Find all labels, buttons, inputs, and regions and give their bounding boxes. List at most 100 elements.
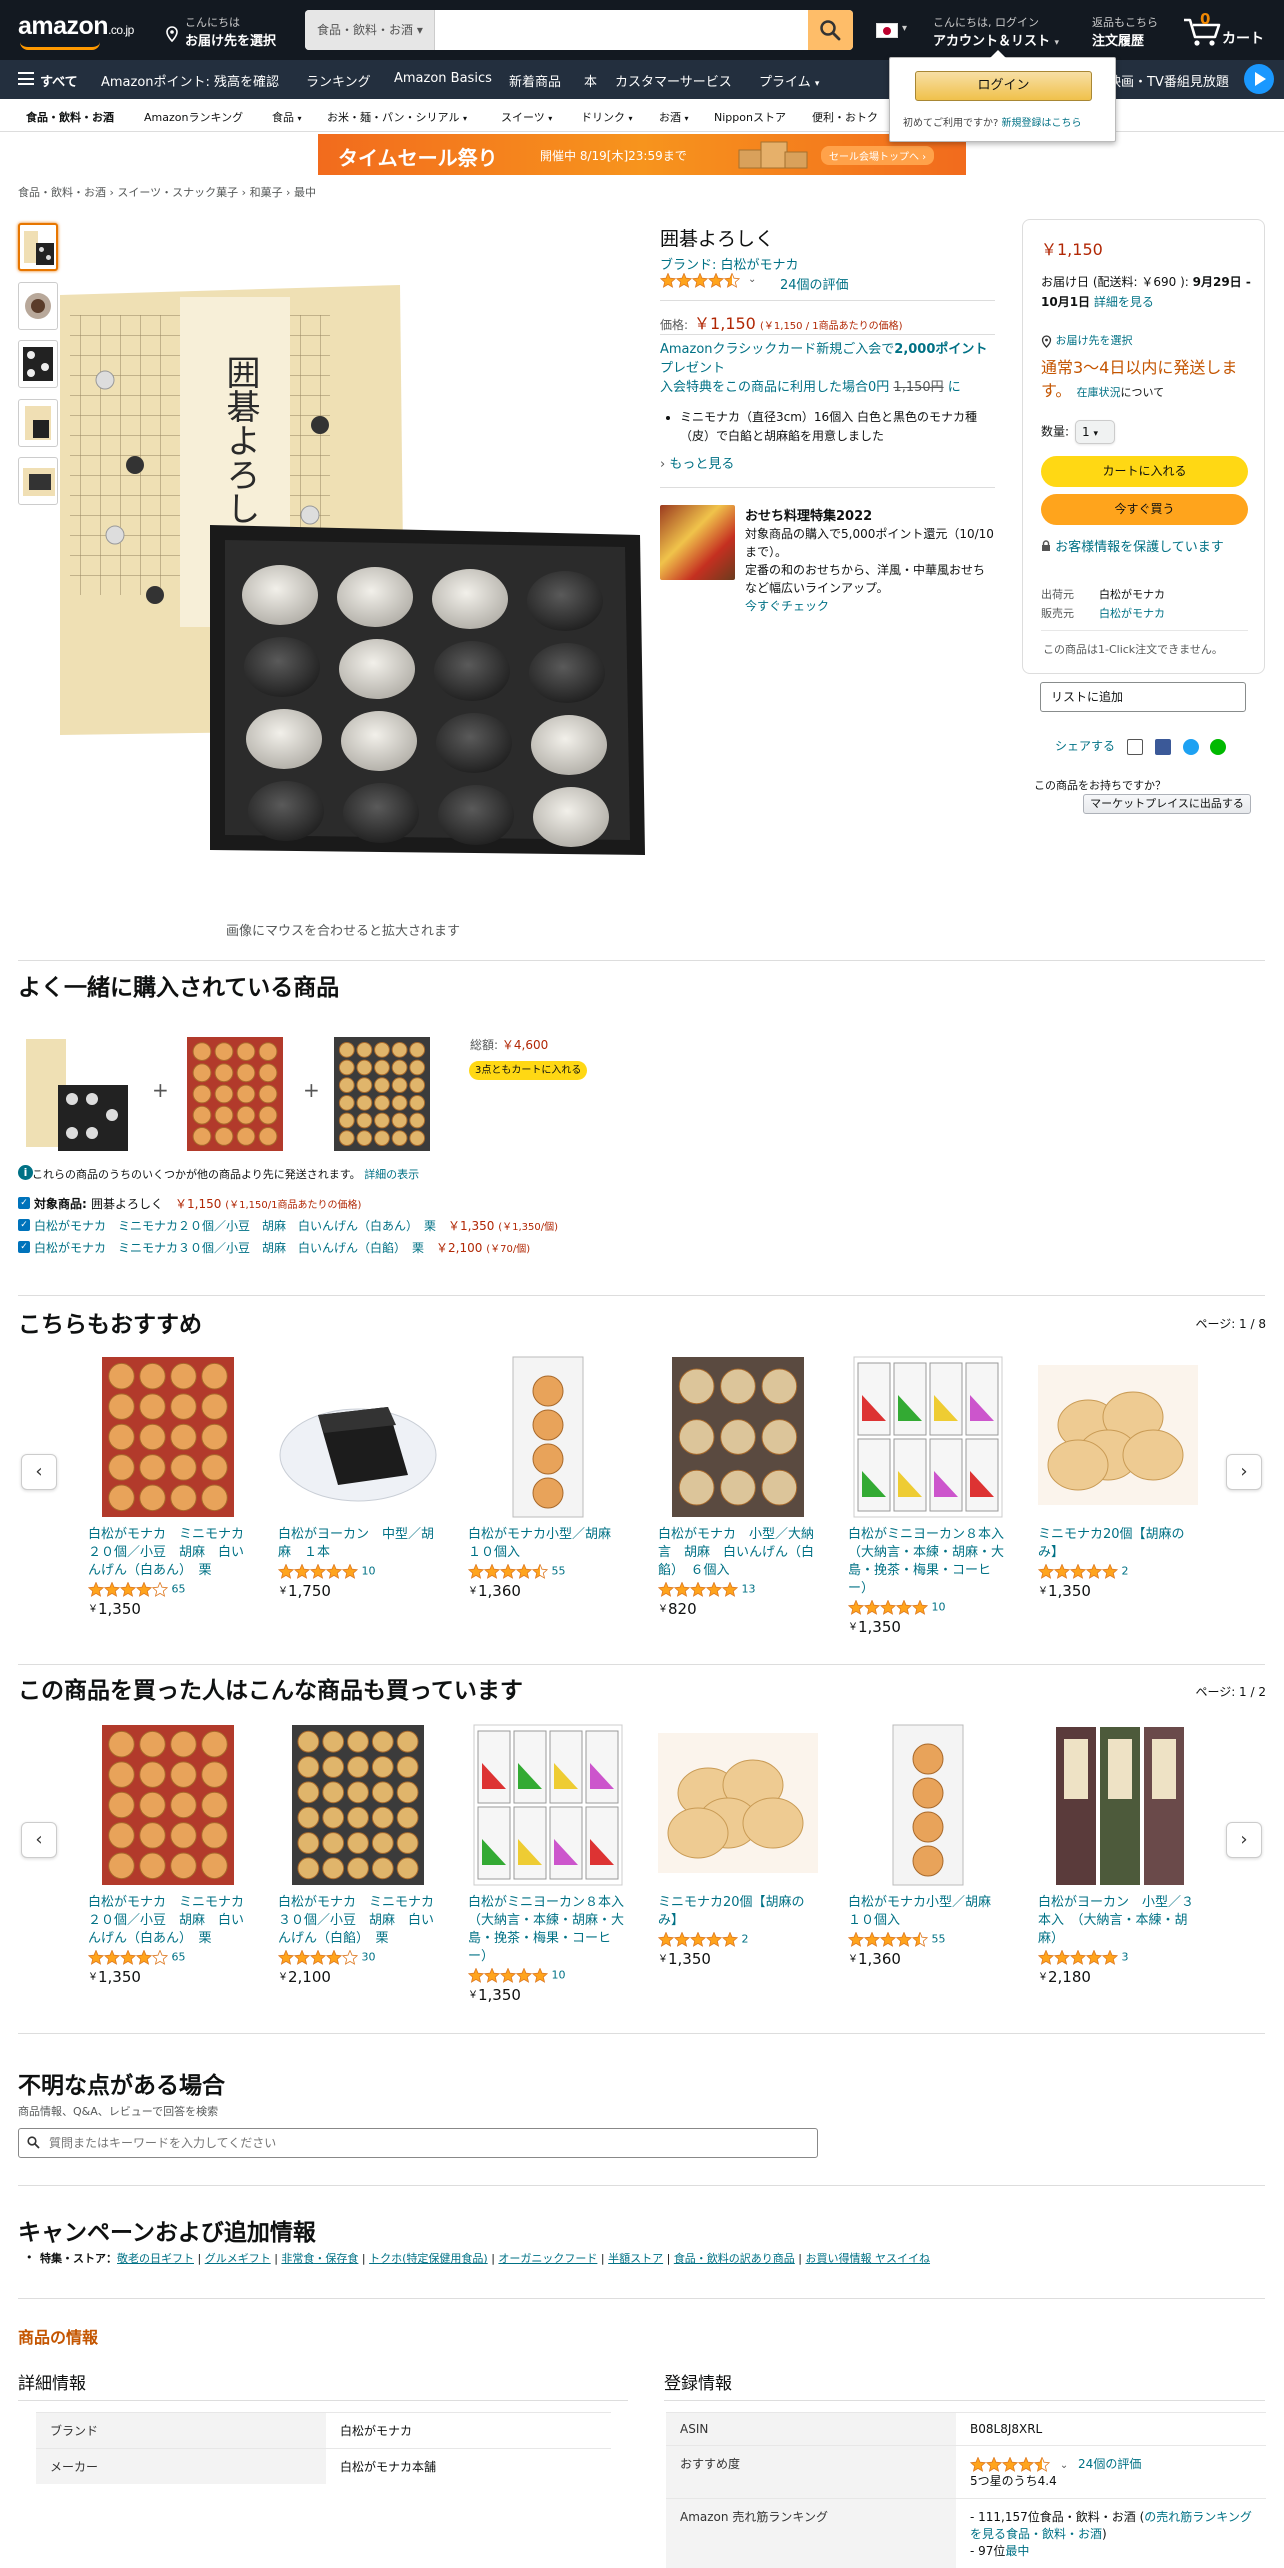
- subnav-ranking[interactable]: Amazonランキング: [144, 109, 243, 125]
- nav-prime[interactable]: プライム ▾: [759, 71, 819, 90]
- carousel-card[interactable]: 白松がヨーカン 小型／３本入 （大納言・本練・胡麻） 3 ￥2,180: [1038, 1723, 1198, 1986]
- product-name-link[interactable]: ミニモナカ20個【胡麻のみ】: [1038, 1526, 1198, 1562]
- rating-row[interactable]: ⌄ 24個の評価: [660, 273, 849, 293]
- carousel-next-button[interactable]: ›: [1226, 1454, 1262, 1490]
- share-link[interactable]: シェアする: [1055, 739, 1115, 753]
- fbt-product-image[interactable]: [24, 1035, 132, 1153]
- carousel-card[interactable]: 白松がモナカ ミニモナカ３０個／小豆 胡麻 白いんげん（白餡） 栗 30 ￥2,1…: [278, 1723, 438, 1986]
- product-image[interactable]: [278, 1355, 438, 1520]
- product-image[interactable]: [848, 1723, 1008, 1888]
- fbt-checkbox[interactable]: ✓: [18, 1241, 30, 1253]
- carousel-card[interactable]: 白松がモナカ小型／胡麻 １０個入 55 ￥1,360: [468, 1355, 628, 1600]
- product-rating[interactable]: 10: [848, 1600, 1008, 1616]
- fbt-checkbox[interactable]: ✓: [18, 1197, 30, 1209]
- fbt-product-image[interactable]: [185, 1035, 285, 1153]
- product-name-link[interactable]: 白松がヨーカン 中型／胡麻 １本: [278, 1526, 438, 1562]
- product-image[interactable]: [1038, 1723, 1198, 1888]
- campaign-link[interactable]: グルメギフト: [205, 2252, 271, 2265]
- carousel-card[interactable]: ミニモナカ20個【胡麻のみ】 2 ￥1,350: [658, 1723, 818, 1968]
- seller-link[interactable]: 白松がモナカ: [1099, 607, 1165, 620]
- brand-link[interactable]: ブランド: 白松がモナカ: [660, 254, 799, 273]
- product-rating[interactable]: 55: [468, 1564, 628, 1580]
- add-to-cart-button[interactable]: カートに入れる: [1041, 456, 1248, 487]
- secure-transaction[interactable]: お客様情報を保護しています: [1041, 538, 1251, 557]
- campaign-link[interactable]: お買い得情報 ヤスイイね: [806, 2252, 931, 2265]
- product-name-link[interactable]: ミニモナカ20個【胡麻のみ】: [658, 1894, 818, 1930]
- product-image[interactable]: [88, 1723, 248, 1888]
- nav-new-releases[interactable]: 新着商品: [509, 71, 561, 90]
- product-rating[interactable]: 30: [278, 1950, 438, 1966]
- product-image[interactable]: [1038, 1355, 1198, 1520]
- subnav-drinks[interactable]: ドリンク ▾: [581, 109, 633, 125]
- account-and-lists[interactable]: こんにちは, ログイン アカウント＆リスト ▾: [933, 14, 1059, 49]
- add-all-to-cart-button[interactable]: 3点ともカートに入れる: [469, 1061, 588, 1080]
- campaign-link[interactable]: 非常食・保存食: [281, 2252, 358, 2265]
- rank-category-link[interactable]: 最中: [1005, 2544, 1029, 2558]
- image-thumbnail[interactable]: [18, 340, 58, 388]
- sell-on-marketplace-button[interactable]: マーケットプレイスに出品する: [1083, 794, 1251, 814]
- fbt-checkbox[interactable]: ✓: [18, 1219, 30, 1231]
- campaign-link[interactable]: 敬老の日ギフト: [117, 2252, 194, 2265]
- product-rating[interactable]: 2: [658, 1932, 818, 1948]
- product-name-link[interactable]: 白松がモナカ ミニモナカ３０個／小豆 胡麻 白いんげん（白餡） 栗: [278, 1894, 438, 1948]
- line-icon[interactable]: [1210, 738, 1227, 755]
- nav-ranking[interactable]: ランキング: [306, 71, 371, 90]
- product-image[interactable]: [658, 1723, 818, 1888]
- rating-count-link[interactable]: 24個の評価: [1078, 2457, 1141, 2471]
- fbt-item-name[interactable]: 白松がモナカ ミニモナカ３０個／小豆 胡麻 白いんげん（白餡） 栗: [34, 1241, 424, 1255]
- campaign-link[interactable]: トクホ(特定保健用食品): [369, 2252, 488, 2265]
- language-caret-icon[interactable]: ▾: [902, 23, 907, 34]
- carousel-card[interactable]: 白松がモナカ ミニモナカ２０個／小豆 胡麻 白いんげん（白あん） 栗 65 ￥1,…: [88, 1355, 248, 1618]
- play-icon[interactable]: [1244, 64, 1274, 94]
- campaign-link[interactable]: 食品・飲料の訳あり商品: [674, 2252, 795, 2265]
- product-rating[interactable]: 10: [278, 1564, 438, 1580]
- product-image[interactable]: [658, 1355, 818, 1520]
- chevron-down-icon[interactable]: ⌄: [748, 274, 756, 285]
- product-rating[interactable]: 3: [1038, 1950, 1198, 1966]
- carousel-card[interactable]: ミニモナカ20個【胡麻のみ】 2 ￥1,350: [1038, 1355, 1198, 1600]
- returns-and-orders[interactable]: 返品もこちら 注文履歴: [1092, 14, 1158, 49]
- product-rating[interactable]: 2: [1038, 1564, 1198, 1580]
- stock-link[interactable]: 在庫状況: [1077, 386, 1121, 399]
- carousel-card[interactable]: 白松がモナカ小型／胡麻 １０個入 55 ￥1,360: [848, 1723, 1008, 1968]
- add-to-list-button[interactable]: リストに追加: [1040, 682, 1246, 712]
- image-thumbnail[interactable]: [18, 223, 58, 271]
- subnav-food[interactable]: 食品 ▾: [272, 109, 302, 125]
- product-image[interactable]: [468, 1723, 628, 1888]
- product-image[interactable]: [88, 1355, 248, 1520]
- quantity-select[interactable]: 1 ▾: [1075, 420, 1116, 444]
- product-name-link[interactable]: 白松がモナカ ミニモナカ２０個／小豆 胡麻 白いんげん（白あん） 栗: [88, 1894, 248, 1948]
- nav-basics[interactable]: Amazon Basics: [394, 71, 492, 86]
- qa-search-input[interactable]: [18, 2128, 818, 2158]
- subnav-nippon-store[interactable]: Nipponストア: [714, 109, 786, 125]
- image-thumbnail[interactable]: [18, 282, 58, 330]
- location-selector[interactable]: お届け先を選択: [1041, 332, 1133, 348]
- osechi-link[interactable]: 今すぐチェック: [745, 599, 829, 613]
- signin-button[interactable]: ログイン: [915, 71, 1092, 101]
- product-rating[interactable]: 65: [88, 1950, 248, 1966]
- subnav-rice-noodles[interactable]: お米・麺・パン・シリアル ▾: [327, 109, 467, 125]
- subnav-sweets[interactable]: スイーツ ▾: [501, 109, 552, 125]
- fbt-product-image[interactable]: [332, 1035, 432, 1153]
- see-more-link[interactable]: › もっと見る: [660, 453, 734, 472]
- carousel-card[interactable]: 白松がヨーカン 中型／胡麻 １本 10 ￥1,750: [278, 1355, 438, 1600]
- deliver-to-selector[interactable]: こんにちは お届け先を選択: [165, 14, 276, 49]
- product-name-link[interactable]: 白松がヨーカン 小型／３本入 （大納言・本練・胡麻）: [1038, 1894, 1198, 1948]
- nav-prime-video[interactable]: 映画・TV番組見放題: [1108, 71, 1229, 90]
- amazon-logo[interactable]: amazon.co.jp: [18, 12, 134, 50]
- product-name-link[interactable]: 白松がミニヨーカン８本入 （大納言・本練・胡麻・大島・挽茶・梅果・コーヒー）: [468, 1894, 637, 1966]
- carousel-prev-button[interactable]: ‹: [21, 1454, 57, 1490]
- search-category-dropdown[interactable]: 食品・飲料・お酒 ▾: [305, 10, 435, 50]
- search-button[interactable]: [808, 10, 853, 50]
- product-rating[interactable]: 13: [658, 1582, 818, 1598]
- product-main-image[interactable]: 囲碁よろしく: [60, 275, 645, 855]
- product-rating[interactable]: 65: [88, 1582, 248, 1598]
- subnav-food-drink[interactable]: 食品・飲料・お酒: [26, 109, 114, 125]
- product-image[interactable]: [468, 1355, 628, 1520]
- campaign-link[interactable]: オーガニックフード: [498, 2252, 597, 2265]
- sale-top-link[interactable]: セール会場トップへ ›: [821, 146, 935, 165]
- product-image[interactable]: [278, 1723, 438, 1888]
- facebook-icon[interactable]: [1154, 738, 1171, 755]
- image-thumbnail[interactable]: [18, 399, 58, 447]
- product-rating[interactable]: 10: [468, 1968, 628, 1984]
